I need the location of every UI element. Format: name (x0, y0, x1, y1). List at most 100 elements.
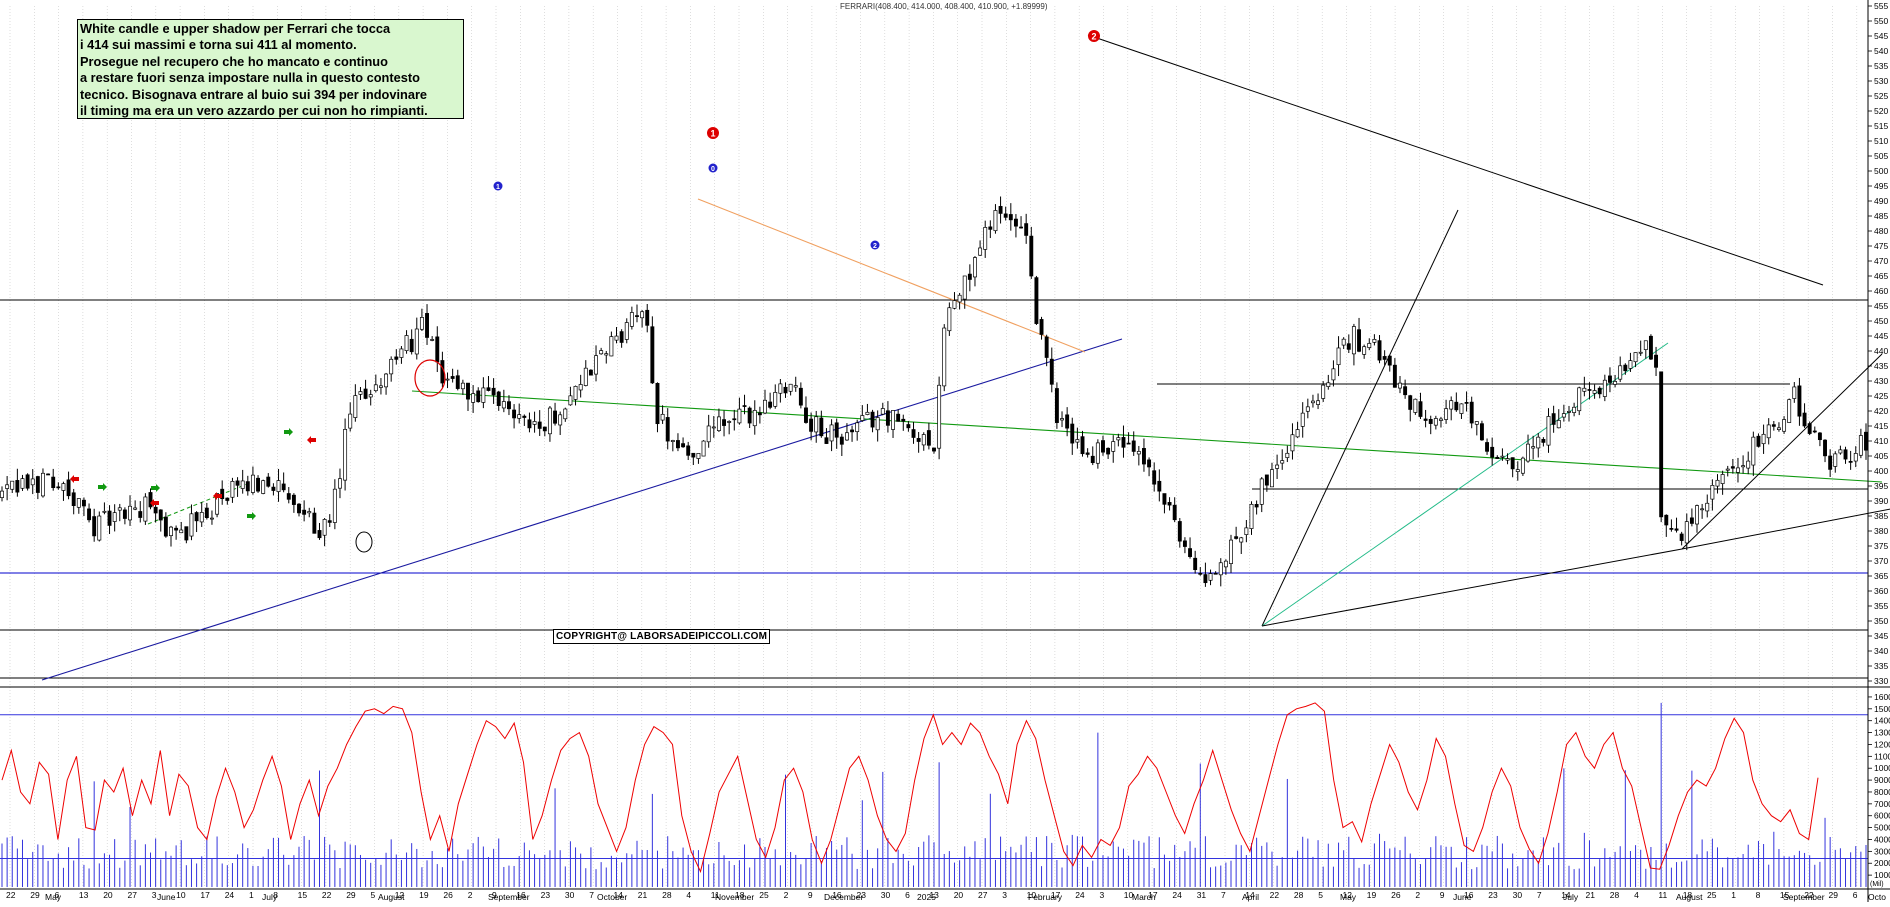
date-tick-label: 1 (249, 890, 254, 900)
candle-body (957, 294, 962, 303)
candle-body (41, 472, 45, 497)
candle-body (1418, 401, 1423, 417)
oscillator-series (1, 702, 1819, 874)
candle-body (1756, 435, 1761, 447)
candle-body (1828, 455, 1833, 470)
candle-body (1669, 528, 1674, 530)
candle-body (1090, 455, 1095, 464)
price-tick-label: 355 (1874, 601, 1888, 611)
date-tick-label: 21 (1586, 890, 1596, 900)
candle-body (97, 515, 102, 541)
candle-body (143, 496, 148, 522)
candle-body (1710, 485, 1715, 500)
candle-body (834, 422, 839, 438)
candle-body (1541, 438, 1546, 443)
axes: 3303353403453503553603653703753803853903… (0, 0, 1890, 902)
date-tick-label: 24 (1075, 890, 1085, 900)
candle-body (742, 405, 747, 407)
candle-body (1264, 474, 1269, 486)
candle-body (768, 401, 773, 408)
candle-body (1782, 419, 1787, 432)
candle-body (1613, 381, 1618, 385)
candle-body (189, 513, 194, 537)
candle-body (1357, 329, 1361, 352)
marker-label: 1 (496, 184, 500, 191)
date-tick-label: 29 (346, 890, 356, 900)
date-tick-label: 23 (1488, 890, 1498, 900)
candle-body (1213, 572, 1218, 575)
candle-body (542, 426, 547, 432)
candle-body (532, 421, 537, 425)
date-tick-label: 9 (1440, 890, 1445, 900)
grid (9, 6, 1858, 887)
candle-body (276, 480, 281, 492)
candle-body (1587, 389, 1592, 391)
candle-body (1787, 399, 1792, 423)
candle-body (870, 411, 875, 428)
candle-body (1797, 385, 1802, 417)
candle-body (1725, 468, 1730, 471)
price-tick-label: 540 (1874, 46, 1888, 56)
candle-body (1720, 474, 1725, 484)
candle-body (629, 312, 634, 327)
candle-body (358, 391, 363, 395)
date-tick-label: 30 (881, 890, 891, 900)
candle-body (706, 425, 711, 443)
date-tick-label: 27 (978, 890, 988, 900)
candle-body (880, 408, 885, 415)
date-tick-label: 5 (1318, 890, 1323, 900)
candle-body (1792, 386, 1797, 399)
candle-body (773, 392, 778, 407)
candle-body (1254, 504, 1259, 508)
month-label: December (824, 892, 863, 902)
candle-body (1182, 540, 1187, 547)
date-tick-label: 28 (662, 890, 672, 900)
candle-body (1208, 573, 1213, 581)
volume-tick-label: 1000 (1874, 870, 1890, 880)
candle-body (1157, 480, 1162, 492)
candle-body (716, 416, 721, 432)
candle-body (865, 411, 870, 415)
month-label: February (1028, 892, 1063, 902)
date-tick-label: 24 (1172, 890, 1182, 900)
candle-body (1592, 390, 1597, 394)
candle-body (1162, 493, 1167, 505)
date-tick-label: 3 (1100, 890, 1105, 900)
price-tick-label: 400 (1874, 466, 1888, 476)
trend-lines (41, 34, 1890, 681)
candle-body (660, 413, 665, 421)
candle-body (624, 322, 629, 340)
candle-body (676, 440, 680, 449)
candle-body (271, 486, 276, 491)
highlight-circle (355, 531, 373, 553)
candle-body (809, 418, 814, 432)
candle-body (174, 527, 179, 531)
candle-body (1336, 347, 1341, 366)
candle-body (56, 486, 61, 489)
volume-tick-label: 10000 (1874, 763, 1890, 773)
candle-body (1561, 413, 1566, 418)
date-tick-label: 1 (1731, 890, 1736, 900)
month-label: June (1453, 892, 1472, 902)
candle-body (133, 507, 138, 510)
volume-tick-label: 11000 (1874, 751, 1890, 761)
volume-tick-label: 15000 (1874, 704, 1890, 714)
date-tick-label: 24 (225, 890, 235, 900)
candle-body (1705, 502, 1710, 512)
candle-body (1285, 452, 1290, 458)
candle-body (1664, 514, 1669, 526)
candle-body (256, 477, 260, 492)
candle-body (5, 484, 10, 489)
candle-body (266, 476, 271, 487)
candle-body (1812, 430, 1817, 433)
candle-body (1351, 326, 1356, 355)
date-tick-label: 19 (1367, 890, 1377, 900)
candle-body (1392, 364, 1397, 388)
price-tick-label: 535 (1874, 61, 1888, 71)
candle-body (711, 426, 716, 429)
candle-body (112, 512, 117, 522)
candle-body (1551, 413, 1556, 425)
candle-body (947, 307, 952, 332)
candle-body (1464, 402, 1469, 404)
candle-body (1495, 456, 1500, 459)
